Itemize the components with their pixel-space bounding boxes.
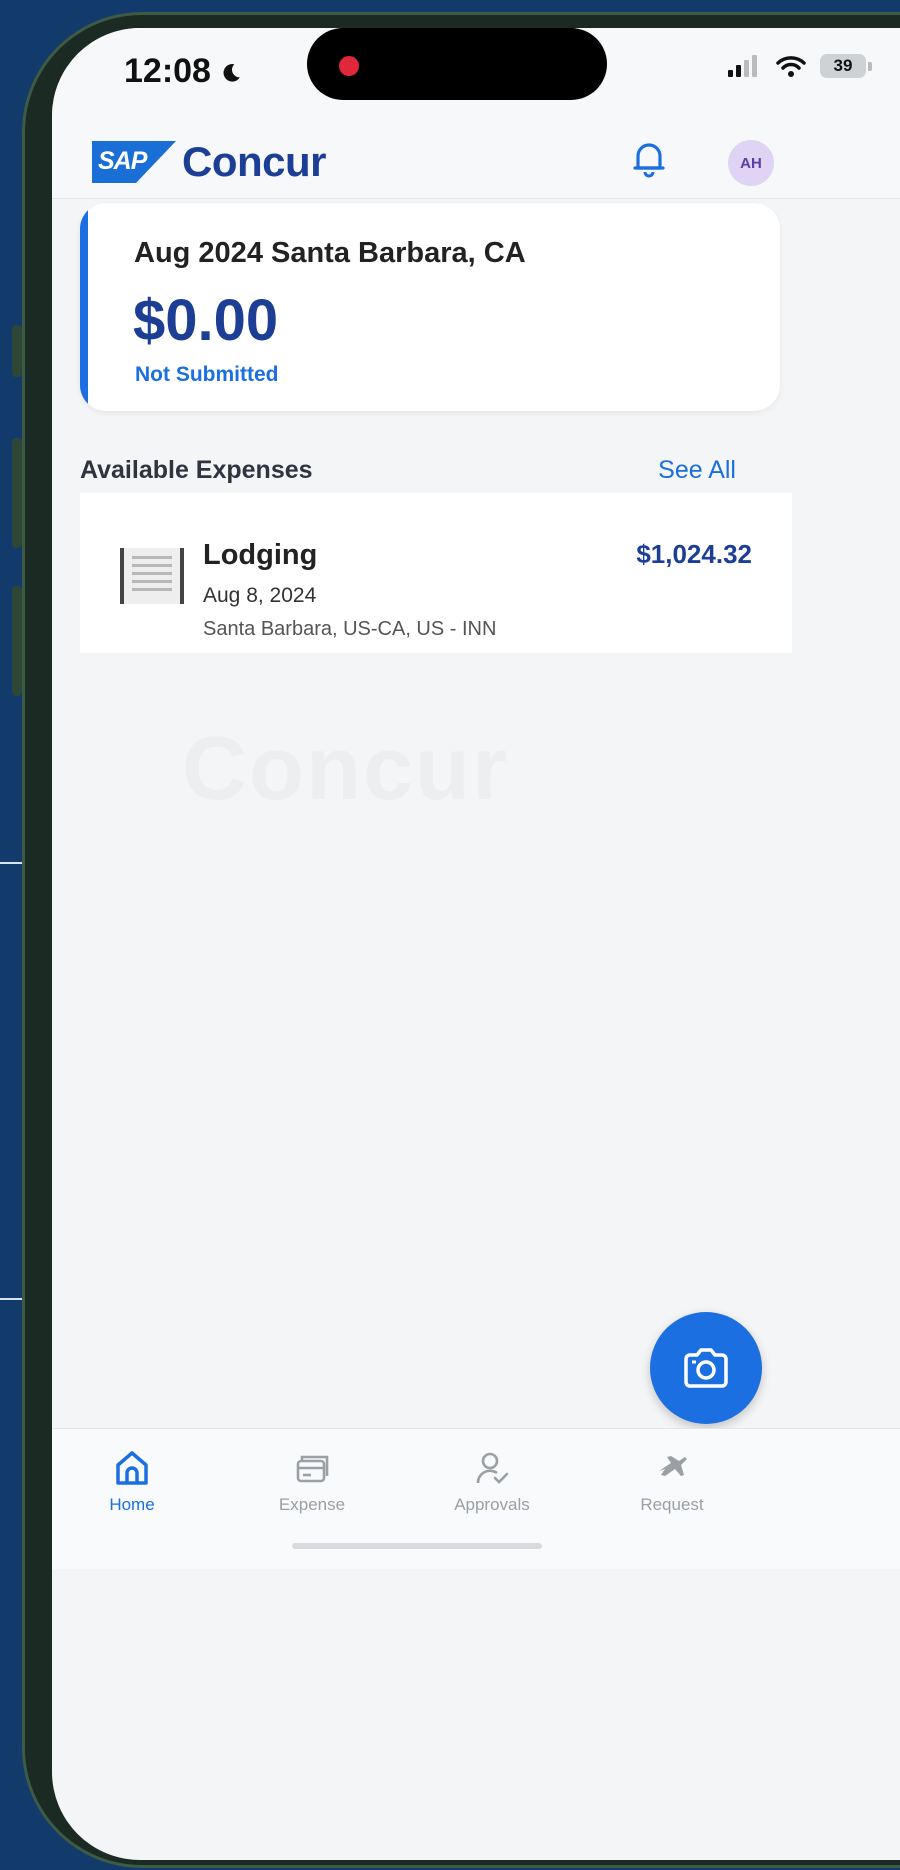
- tab-request[interactable]: Request: [612, 1449, 732, 1515]
- battery-icon: 39: [820, 54, 872, 78]
- home-indicator: [292, 1543, 542, 1549]
- tab-home[interactable]: Home: [72, 1449, 192, 1515]
- status-bar: 12:08 39: [52, 28, 900, 128]
- sap-logo-text: SAP: [98, 147, 147, 175]
- tab-home-label: Home: [109, 1495, 155, 1514]
- expense-date: Aug 8, 2024: [203, 584, 317, 607]
- side-button: [12, 438, 22, 548]
- status-icons: 39: [728, 54, 872, 78]
- concur-logo-text: Concur: [182, 138, 327, 185]
- signal-icon: [728, 55, 757, 77]
- side-button: [12, 586, 22, 696]
- status-time: 12:08: [124, 52, 242, 91]
- user-avatar[interactable]: AH: [728, 140, 774, 186]
- report-title: Aug 2024 Santa Barbara, CA: [134, 237, 526, 269]
- expense-location: Santa Barbara, US-CA, US - INN: [203, 618, 497, 640]
- plane-icon: [659, 1456, 687, 1476]
- tab-approvals-label: Approvals: [454, 1495, 530, 1514]
- dynamic-island: [307, 28, 607, 100]
- sap-concur-logo: SAP Concur: [92, 138, 327, 186]
- user-check-icon: [476, 1452, 509, 1484]
- see-all-link[interactable]: See All: [658, 456, 736, 485]
- card-icon: [296, 1455, 329, 1483]
- expense-name: Lodging: [203, 539, 318, 571]
- report-status: Not Submitted: [135, 363, 279, 386]
- app-header: SAP Concur AH: [52, 128, 900, 199]
- moon-icon: [223, 63, 241, 82]
- tab-expense-label: Expense: [278, 1495, 346, 1514]
- recording-indicator: [339, 56, 359, 76]
- tab-request-label: Request: [640, 1495, 704, 1514]
- app-screen: 12:08 39 SAP Concur AH Aug 2024 Santa Ba…: [52, 28, 900, 1860]
- report-amount: $0.00: [133, 288, 279, 353]
- side-button: [12, 325, 22, 377]
- camera-icon: [684, 1348, 728, 1388]
- expense-amount: $1,024.32: [636, 539, 752, 569]
- tab-expense[interactable]: Expense: [252, 1449, 372, 1515]
- concur-watermark: Concur: [182, 719, 509, 819]
- tab-approvals[interactable]: Approvals: [432, 1449, 552, 1515]
- home-icon: [116, 1451, 148, 1485]
- receipt-thumbnail: [120, 548, 184, 604]
- notifications-bell-icon[interactable]: [632, 140, 666, 183]
- camera-capture-button[interactable]: [650, 1312, 762, 1424]
- report-card-accent: [80, 203, 88, 411]
- wifi-icon: [776, 56, 806, 77]
- expense-list-item[interactable]: Lodging Aug 8, 2024 Santa Barbara, US-CA…: [80, 493, 792, 653]
- expense-report-card[interactable]: Aug 2024 Santa Barbara, CA $0.00 Not Sub…: [80, 203, 780, 411]
- sap-logo-mark: SAP: [92, 141, 176, 183]
- available-expenses-title: Available Expenses: [80, 456, 313, 484]
